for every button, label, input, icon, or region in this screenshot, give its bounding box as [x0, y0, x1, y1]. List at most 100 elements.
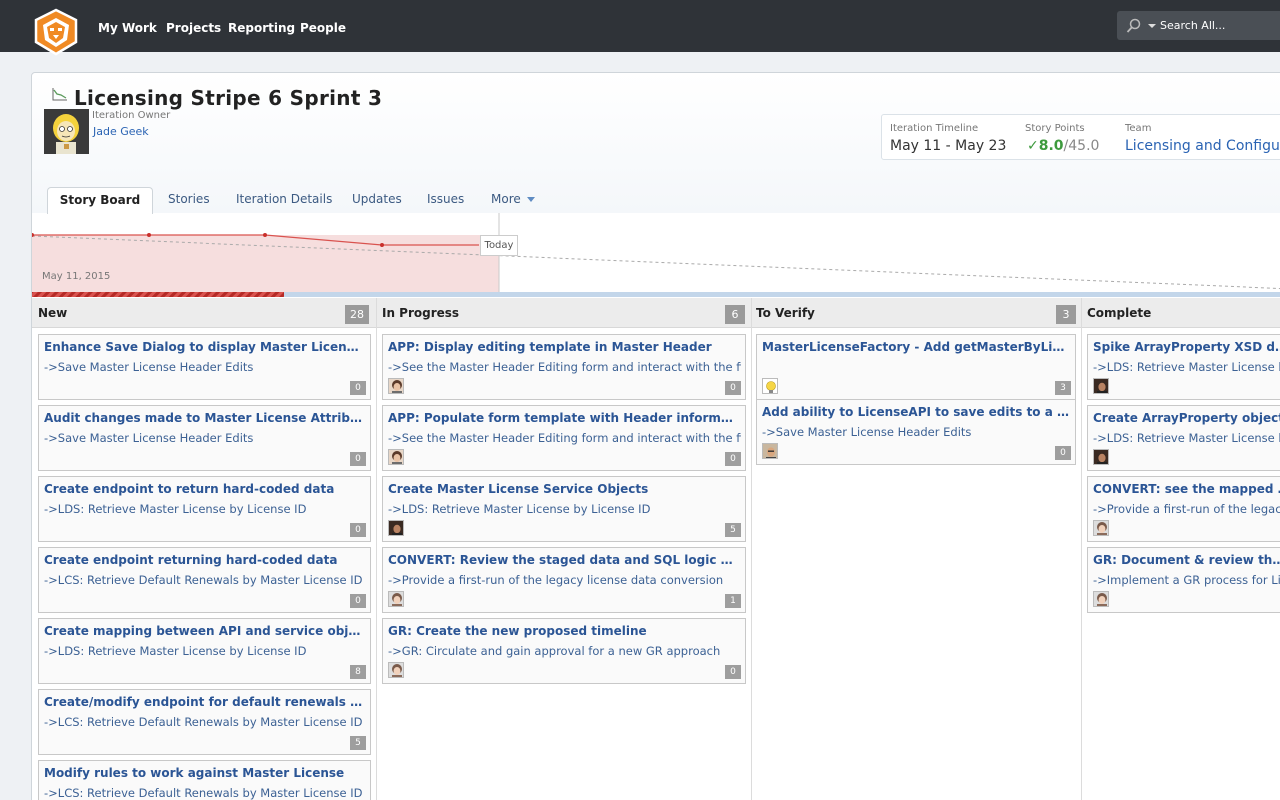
- card-title[interactable]: Create endpoint returning hard-coded dat…: [44, 553, 365, 567]
- lion-logo-icon[interactable]: [31, 8, 81, 60]
- card-title[interactable]: Enhance Save Dialog to display Master Li…: [44, 340, 365, 354]
- card-points-badge: 3: [1055, 381, 1071, 395]
- story-card[interactable]: CONVERT: Review the staged data and SQL …: [382, 547, 746, 613]
- owner-name-link[interactable]: Jade Geek: [93, 125, 149, 138]
- owner-avatar[interactable]: [762, 443, 778, 459]
- owner-avatar[interactable]: [44, 109, 89, 154]
- column-count-in-progress: 6: [725, 305, 745, 324]
- tab-updates[interactable]: Updates: [352, 192, 402, 206]
- card-parent-link[interactable]: ->LCS: Retrieve Default Renewals by Mast…: [44, 786, 366, 800]
- story-card[interactable]: APP: Display editing template in Master …: [382, 334, 746, 400]
- story-card[interactable]: Create/modify endpoint for default renew…: [38, 689, 371, 755]
- lightbulb-icon[interactable]: [762, 378, 778, 394]
- nav-people[interactable]: People: [300, 21, 346, 35]
- card-parent-link[interactable]: ->LCS: Retrieve Default Renewals by Mast…: [44, 715, 366, 729]
- card-title[interactable]: GR: Document & review the legacy GR proc…: [1093, 553, 1280, 567]
- story-card[interactable]: CONVERT: see the mapped data ->Provide a…: [1087, 476, 1280, 542]
- team-label: Team: [1125, 123, 1152, 134]
- team-link[interactable]: Licensing and Configuration: [1125, 138, 1280, 154]
- card-parent-link[interactable]: ->Provide a first-run of the legacy lice…: [388, 573, 741, 587]
- iteration-panel: Licensing Stripe 6 Sprint 3 Iteration Ow…: [31, 72, 1280, 800]
- iteration-chart-icon: [52, 88, 67, 101]
- owner-avatar[interactable]: [388, 662, 404, 678]
- card-points-badge: 5: [725, 523, 741, 537]
- story-card[interactable]: MasterLicenseFactory - Add getMasterByLi…: [756, 334, 1076, 400]
- card-parent-link[interactable]: ->See the Master Header Editing form and…: [388, 431, 741, 445]
- owner-avatar[interactable]: [388, 520, 404, 536]
- iteration-info-box: Iteration Timeline May 11 - May 23 Story…: [881, 114, 1280, 160]
- story-card[interactable]: Audit changes made to Master License Att…: [38, 405, 371, 471]
- owner-avatar[interactable]: [388, 378, 404, 394]
- card-title[interactable]: Audit changes made to Master License Att…: [44, 411, 365, 425]
- story-card[interactable]: Spike ArrayProperty XSD definition ->LDS…: [1087, 334, 1280, 400]
- story-card[interactable]: Create endpoint returning hard-coded dat…: [38, 547, 371, 613]
- card-points-badge: 0: [725, 665, 741, 679]
- story-points-label: Story Points: [1025, 123, 1085, 134]
- card-points-badge: 0: [725, 452, 741, 466]
- owner-avatar[interactable]: [388, 449, 404, 465]
- card-title[interactable]: Create ArrayProperty object: [1093, 411, 1280, 425]
- owner-avatar[interactable]: [1093, 520, 1109, 536]
- story-card[interactable]: Create mapping between API and service o…: [38, 618, 371, 684]
- tab-more[interactable]: More: [491, 192, 535, 206]
- story-card[interactable]: GR: Document & review the legacy GR proc…: [1087, 547, 1280, 613]
- story-card[interactable]: Create ArrayProperty object ->LDS: Retri…: [1087, 405, 1280, 471]
- card-title[interactable]: Create Master License Service Objects: [388, 482, 740, 496]
- card-parent-link[interactable]: ->LDS: Retrieve Master License by Licens…: [44, 502, 366, 516]
- card-parent-link[interactable]: ->LCS: Retrieve Default Renewals by Mast…: [44, 573, 366, 587]
- burndown-chart: [32, 213, 1280, 297]
- card-parent-link[interactable]: ->Save Master License Header Edits: [44, 431, 366, 445]
- card-parent-link[interactable]: ->LDS: Retrieve Master License by Licens…: [1093, 360, 1280, 374]
- card-points-badge: 0: [350, 523, 366, 537]
- card-title[interactable]: Create/modify endpoint for default renew…: [44, 695, 365, 709]
- owner-avatar[interactable]: [1093, 378, 1109, 394]
- card-parent-link[interactable]: ->Save Master License Header Edits: [762, 425, 1071, 439]
- search-scope-caret-icon[interactable]: [1148, 24, 1156, 28]
- card-title[interactable]: APP: Display editing template in Master …: [388, 340, 740, 354]
- card-title[interactable]: Modify rules to work against Master Lice…: [44, 766, 365, 780]
- iteration-header: Licensing Stripe 6 Sprint 3 Iteration Ow…: [32, 73, 1280, 214]
- story-card[interactable]: GR: Create the new proposed timeline ->G…: [382, 618, 746, 684]
- timeline-value: May 11 - May 23: [890, 138, 1007, 154]
- tab-story-board[interactable]: Story Board: [47, 187, 153, 214]
- card-parent-link[interactable]: ->GR: Circulate and gain approval for a …: [388, 644, 741, 658]
- story-card[interactable]: Add ability to LicenseAPI to save edits …: [756, 399, 1076, 465]
- nav-reporting[interactable]: Reporting: [228, 21, 295, 35]
- story-points-total: /45.0: [1063, 138, 1100, 154]
- card-parent-link[interactable]: ->LDS: Retrieve Master License by Licens…: [388, 502, 741, 516]
- owner-avatar[interactable]: [1093, 449, 1109, 465]
- card-title[interactable]: Create endpoint to return hard-coded dat…: [44, 482, 365, 496]
- tab-stories[interactable]: Stories: [168, 192, 210, 206]
- card-parent-link[interactable]: ->Save Master License Header Edits: [44, 360, 366, 374]
- owner-avatar[interactable]: [388, 591, 404, 607]
- card-parent-link[interactable]: ->See the Master Header Editing form and…: [388, 360, 741, 374]
- story-card[interactable]: Create Master License Service Objects ->…: [382, 476, 746, 542]
- search-input[interactable]: [1160, 17, 1278, 34]
- story-card[interactable]: Create endpoint to return hard-coded dat…: [38, 476, 371, 542]
- story-card[interactable]: Enhance Save Dialog to display Master Li…: [38, 334, 371, 400]
- nav-projects[interactable]: Projects: [166, 21, 221, 35]
- column-title-to-verify: To Verify: [756, 306, 815, 320]
- card-title[interactable]: CONVERT: see the mapped data: [1093, 482, 1280, 496]
- card-title[interactable]: Spike ArrayProperty XSD definition: [1093, 340, 1280, 354]
- tab-iteration-details[interactable]: Iteration Details: [236, 192, 332, 206]
- card-parent-link[interactable]: ->Provide a first-run of the legacy lice…: [1093, 502, 1280, 516]
- tab-issues[interactable]: Issues: [427, 192, 464, 206]
- today-marker: Today: [480, 235, 518, 256]
- card-title[interactable]: Add ability to LicenseAPI to save edits …: [762, 405, 1070, 419]
- card-title[interactable]: GR: Create the new proposed timeline: [388, 624, 740, 638]
- nav-my-work[interactable]: My Work: [98, 21, 157, 35]
- story-card[interactable]: APP: Populate form template with Header …: [382, 405, 746, 471]
- card-parent-link[interactable]: ->Implement a GR process for License: [1093, 573, 1280, 587]
- card-parent-link[interactable]: ->LDS: Retrieve Master License by Licens…: [44, 644, 366, 658]
- card-title[interactable]: MasterLicenseFactory - Add getMasterByLi…: [762, 340, 1070, 354]
- card-points-badge: 8: [350, 665, 366, 679]
- card-title[interactable]: APP: Populate form template with Header …: [388, 411, 740, 425]
- card-title[interactable]: CONVERT: Review the staged data and SQL …: [388, 553, 740, 567]
- card-parent-link[interactable]: ->LDS: Retrieve Master License by Licens…: [1093, 431, 1280, 445]
- story-card[interactable]: Modify rules to work against Master Lice…: [38, 760, 371, 800]
- owner-avatar[interactable]: [1093, 591, 1109, 607]
- card-title[interactable]: Create mapping between API and service o…: [44, 624, 365, 638]
- column-title-new: New: [38, 306, 68, 320]
- search-icon[interactable]: [1126, 18, 1142, 34]
